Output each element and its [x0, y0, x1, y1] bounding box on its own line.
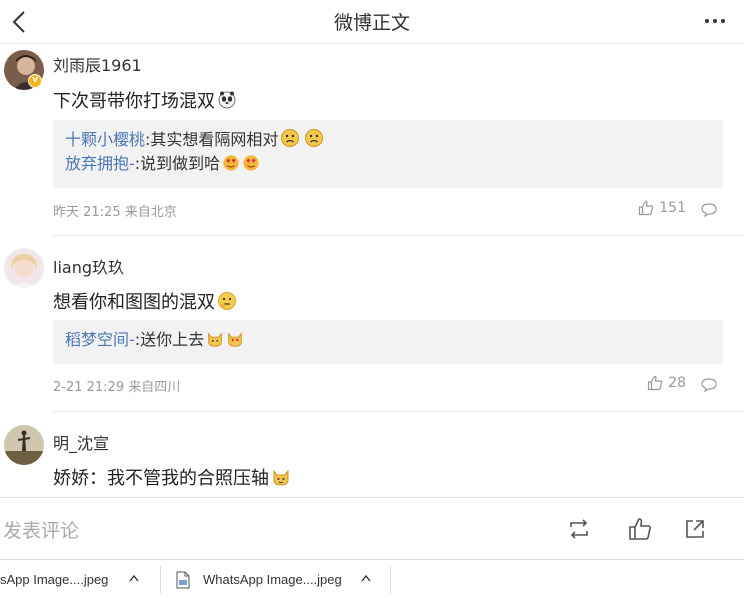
- reply-text: :其实想看隔网相对: [145, 130, 279, 149]
- reply-item[interactable]: 放弃拥抱-:说到做到哈: [65, 152, 711, 176]
- comment-item: liang玖玖 想看你和图图的混双 稻梦空间-:送你上去 2-21 21:29 …: [0, 236, 744, 412]
- page-title: 微博正文: [333, 12, 410, 34]
- thinking-emoji-icon: [218, 292, 236, 310]
- comment-text-body: 想看你和图图的混双: [53, 292, 215, 313]
- comment-item: v 刘雨辰1961 下次哥带你打场混双 十颗小樱桃:其实想看隔网相对 放弃拥抱-…: [0, 44, 744, 236]
- comment-text-body: 娇娇：我不管我的合照压轴: [53, 468, 269, 489]
- comment-item: 明_沈宣 娇娇：我不管我的合照压轴: [0, 412, 744, 497]
- reply-text: :说到做到哈: [134, 154, 221, 173]
- thumbs-up-icon: [639, 200, 654, 216]
- repost-icon[interactable]: [566, 516, 592, 542]
- bottom-action-bar: 发表评论: [0, 497, 744, 559]
- thumbs-up-icon[interactable]: [627, 516, 653, 542]
- comment-input[interactable]: 发表评论: [3, 516, 79, 543]
- divider: [160, 566, 161, 594]
- like-count: 151: [659, 200, 686, 216]
- comment-username[interactable]: liang玖玖: [53, 254, 124, 278]
- cat-emoji-icon: [208, 332, 222, 347]
- comment-username[interactable]: 明_沈宣: [53, 430, 109, 454]
- sad-emoji-icon: [281, 129, 300, 147]
- panda-emoji-icon: [218, 91, 236, 109]
- comment-text-body: 下次哥带你打场混双: [53, 91, 215, 112]
- download-filename: WhatsApp Image....jpeg: [203, 572, 342, 587]
- heart-eyes-emoji-icon: [223, 155, 239, 171]
- download-filename: sApp Image....jpeg: [0, 572, 109, 587]
- comment-icon[interactable]: [700, 376, 718, 394]
- divider: [390, 566, 391, 594]
- file-icon: [176, 571, 190, 589]
- comment-meta: 2-21 21:29 来自四川: [53, 380, 181, 395]
- reply-item[interactable]: 稻梦空间-:送你上去: [65, 328, 711, 352]
- avatar[interactable]: [4, 425, 44, 465]
- top-bar: 微博正文: [0, 0, 744, 44]
- downloads-bar: sApp Image....jpeg WhatsApp Image....jpe…: [0, 559, 744, 598]
- reply-box: 十颗小樱桃:其实想看隔网相对 放弃拥抱-:说到做到哈: [53, 120, 723, 188]
- reply-username[interactable]: 十颗小樱桃: [65, 130, 145, 149]
- comment-text: 娇娇：我不管我的合照压轴: [53, 464, 291, 490]
- comment-text: 下次哥带你打场混双: [53, 87, 237, 113]
- comment-meta: 昨天 21:25 来自北京: [53, 205, 177, 220]
- download-item[interactable]: sApp Image....jpeg: [0, 560, 108, 598]
- reply-item[interactable]: 十颗小樱桃:其实想看隔网相对: [65, 128, 711, 152]
- thumbs-up-icon: [648, 375, 663, 391]
- heart-eyes-emoji-icon: [243, 155, 259, 171]
- reply-box: 稻梦空间-:送你上去: [53, 320, 723, 364]
- cat-emoji-icon: [273, 469, 289, 486]
- chevron-up-icon[interactable]: [128, 573, 140, 583]
- chevron-up-icon[interactable]: [360, 573, 372, 583]
- cat-emoji-icon: [228, 332, 242, 347]
- share-icon[interactable]: [682, 516, 708, 542]
- sad-emoji-icon: [305, 129, 324, 147]
- reply-username[interactable]: 稻梦空间-: [65, 330, 135, 349]
- reply-text: :送你上去: [134, 330, 205, 349]
- avatar[interactable]: [4, 248, 44, 288]
- comment-username[interactable]: 刘雨辰1961: [53, 52, 142, 76]
- comment-text: 想看你和图图的混双: [53, 288, 237, 314]
- like-button[interactable]: 151: [638, 200, 686, 216]
- like-count: 28: [668, 375, 686, 391]
- verified-badge-icon: v: [28, 74, 42, 88]
- comment-icon[interactable]: [700, 201, 718, 219]
- reply-username[interactable]: 放弃拥抱-: [65, 154, 135, 173]
- like-button[interactable]: 28: [647, 375, 686, 391]
- download-item[interactable]: WhatsApp Image....jpeg: [203, 560, 342, 598]
- more-icon[interactable]: [700, 8, 730, 34]
